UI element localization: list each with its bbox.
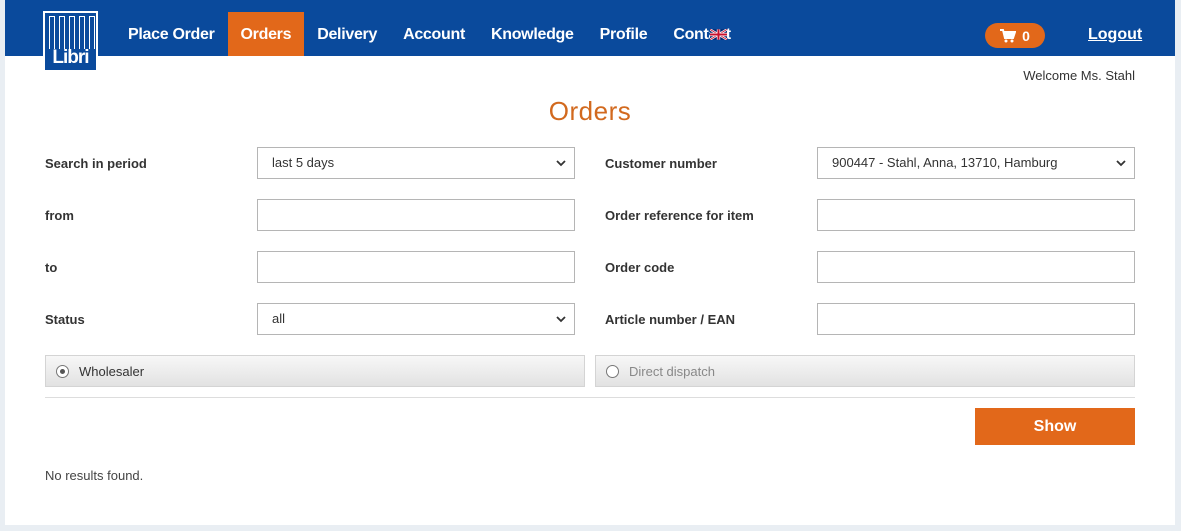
customer-number-select[interactable]: 900447 - Stahl, Anna, 13710, Hamburg	[817, 147, 1135, 179]
main-nav: Place Order Orders Delivery Account Know…	[115, 12, 744, 56]
status-value: all	[272, 311, 286, 326]
wholesaler-label: Wholesaler	[79, 363, 145, 379]
wholesaler-radio[interactable]	[56, 364, 69, 378]
from-label: from	[45, 208, 74, 223]
direct-dispatch-option[interactable]: Direct dispatch	[595, 355, 1135, 387]
logout-link[interactable]: Logout	[1088, 26, 1142, 44]
direct-dispatch-radio[interactable]	[606, 364, 619, 378]
nav-contact[interactable]: Contact	[660, 12, 743, 56]
welcome-message: Welcome Ms. Stahl	[1023, 68, 1135, 83]
order-code-input[interactable]	[817, 251, 1135, 283]
logo-books-graphic	[49, 16, 95, 49]
shopping-cart-icon	[1000, 28, 1017, 42]
from-input[interactable]	[257, 199, 575, 231]
show-button[interactable]: Show	[975, 408, 1135, 445]
direct-dispatch-label: Direct dispatch	[629, 363, 715, 379]
search-period-value: last 5 days	[272, 155, 335, 170]
customer-number-value: 900447 - Stahl, Anna, 13710, Hamburg	[832, 155, 1058, 170]
chevron-down-icon	[556, 160, 566, 167]
nav-delivery[interactable]: Delivery	[304, 12, 390, 56]
page-title: Orders	[548, 96, 632, 126]
chevron-down-icon	[1116, 160, 1126, 167]
logo-text: Libri	[52, 47, 89, 68]
to-label: to	[45, 260, 58, 275]
order-reference-input[interactable]	[817, 199, 1135, 231]
results-message: No results found.	[45, 468, 144, 483]
article-number-label: Article number / EAN	[605, 312, 736, 327]
customer-number-label: Customer number	[605, 156, 717, 171]
wholesaler-option[interactable]: Wholesaler	[45, 355, 585, 387]
status-label: Status	[45, 312, 85, 327]
to-input[interactable]	[257, 251, 575, 283]
page: Place Order Orders Delivery Account Know…	[5, 0, 1175, 525]
nav-place-order[interactable]: Place Order	[115, 12, 228, 56]
cart-count: 0	[1022, 27, 1030, 44]
uk-flag-icon[interactable]	[710, 29, 727, 40]
nav-knowledge[interactable]: Knowledge	[478, 12, 587, 56]
nav-profile[interactable]: Profile	[587, 12, 661, 56]
cart-button[interactable]: 0	[985, 23, 1045, 48]
top-navigation-bar: Place Order Orders Delivery Account Know…	[5, 0, 1175, 56]
status-select[interactable]: all	[257, 303, 575, 335]
divider	[45, 397, 1135, 398]
nav-orders[interactable]: Orders	[227, 12, 305, 56]
order-code-label: Order code	[605, 260, 675, 275]
libri-logo[interactable]: Libri	[43, 11, 98, 72]
search-period-label: Search in period	[45, 156, 147, 171]
search-period-select[interactable]: last 5 days	[257, 147, 575, 179]
nav-account[interactable]: Account	[390, 12, 478, 56]
order-reference-label: Order reference for item	[605, 208, 754, 223]
article-number-input[interactable]	[817, 303, 1135, 335]
chevron-down-icon	[556, 316, 566, 323]
